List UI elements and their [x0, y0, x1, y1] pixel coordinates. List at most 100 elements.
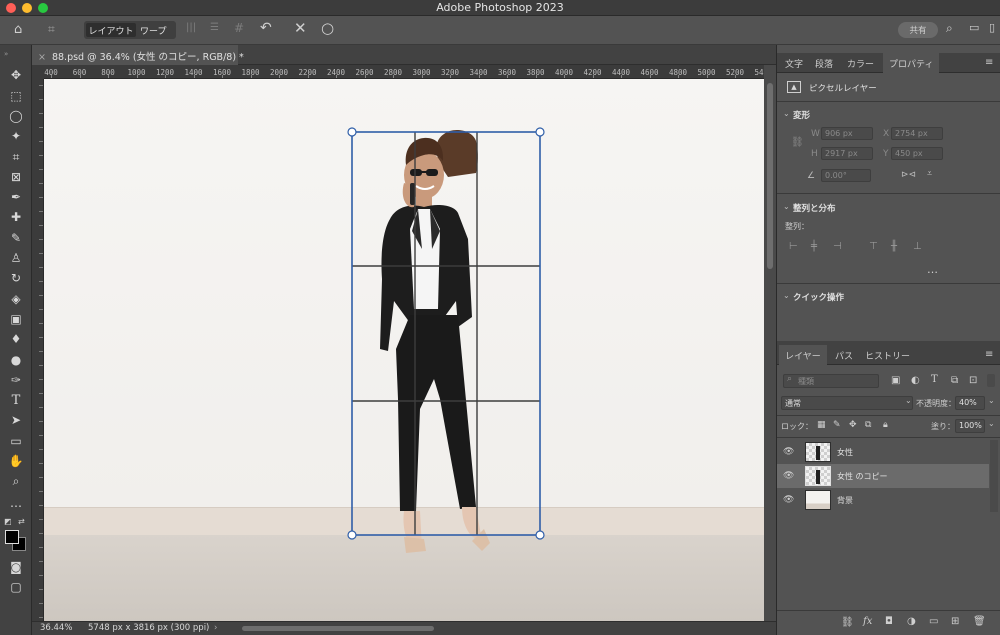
- align-section-title[interactable]: 整列と分布: [793, 202, 836, 214]
- opacity-chevron-icon[interactable]: ⌄: [988, 396, 995, 405]
- visibility-eye-icon[interactable]: 👁︎: [783, 471, 794, 481]
- close-tab-icon[interactable]: ×: [38, 52, 46, 63]
- filter-type-icon[interactable]: T: [931, 374, 938, 385]
- grid-rows-icon[interactable]: ☰: [210, 22, 219, 33]
- new-group-icon[interactable]: ▭: [929, 616, 938, 627]
- pen-tool-icon[interactable]: ✑: [6, 371, 26, 389]
- blur-tool-icon[interactable]: ♦: [6, 330, 26, 348]
- frame-tool-icon[interactable]: ⊠: [6, 168, 26, 186]
- add-mask-icon[interactable]: ◘: [885, 616, 893, 627]
- filter-smart-object-icon[interactable]: ⊡: [969, 375, 977, 386]
- lock-pixels-icon[interactable]: ✎: [833, 420, 841, 430]
- visibility-eye-icon[interactable]: 👁︎: [783, 495, 794, 505]
- align-right-icon[interactable]: ⊣: [833, 241, 842, 252]
- tab-paragraph[interactable]: 段落: [815, 57, 833, 70]
- brush-tool-icon[interactable]: ✎: [6, 229, 26, 247]
- delete-layer-icon[interactable]: 🗑︎: [973, 616, 986, 627]
- vertical-scrollbar[interactable]: [764, 65, 776, 621]
- puppet-warp-icon[interactable]: ⌗: [48, 22, 55, 37]
- quick-actions-chevron-icon[interactable]: ⌄: [783, 291, 790, 300]
- horizontal-ruler[interactable]: 400 600 800 1000 1200 1400 1600 1800 2000 2200 240…: [44, 65, 764, 79]
- quick-mask-icon[interactable]: ◙: [6, 558, 26, 576]
- default-colors-icon[interactable]: ◩: [4, 517, 12, 526]
- cancel-icon[interactable]: ✕: [294, 19, 307, 37]
- lasso-tool-icon[interactable]: ◯: [6, 107, 26, 125]
- align-center-h-icon[interactable]: ╪: [811, 241, 817, 252]
- workspace-icon[interactable]: ▭: [969, 21, 979, 34]
- link-icon[interactable]: ⛓: [791, 137, 804, 148]
- tab-type[interactable]: 文字: [785, 57, 803, 70]
- history-brush-tool-icon[interactable]: ↻: [6, 269, 26, 287]
- layers-menu-icon[interactable]: ≡: [985, 349, 993, 360]
- new-layer-icon[interactable]: ⊞: [951, 616, 959, 627]
- more-tools-icon[interactable]: …: [6, 494, 26, 512]
- filter-pixel-icon[interactable]: ▣: [891, 375, 900, 386]
- layout-button[interactable]: レイアウト: [86, 23, 136, 37]
- reset-icon[interactable]: ↶: [260, 20, 272, 36]
- flip-vertical-icon[interactable]: ⩡: [927, 169, 932, 179]
- magic-wand-tool-icon[interactable]: ✦: [6, 127, 26, 145]
- layer-filter-select[interactable]: 種類: [783, 374, 879, 388]
- adjustment-layer-icon[interactable]: ◑: [907, 616, 916, 627]
- rectangle-tool-icon[interactable]: ▭: [6, 432, 26, 450]
- healing-brush-tool-icon[interactable]: ✚: [6, 208, 26, 226]
- tab-color[interactable]: カラー: [847, 57, 874, 70]
- flip-horizontal-icon[interactable]: ⊳⊲: [901, 170, 916, 180]
- zoom-level[interactable]: 36.44%: [40, 623, 72, 633]
- canvas[interactable]: [44, 79, 764, 621]
- lock-all-icon[interactable]: 🔒︎: [883, 420, 888, 430]
- panel-menu-icon[interactable]: ≡: [985, 57, 993, 68]
- foreground-color-swatch[interactable]: [5, 530, 19, 544]
- vertical-ruler[interactable]: [32, 79, 44, 621]
- y-field[interactable]: 450 px: [891, 147, 943, 160]
- eyedropper-tool-icon[interactable]: ✒: [6, 188, 26, 206]
- commit-icon[interactable]: ○: [321, 19, 334, 37]
- transform-section-title[interactable]: 変形: [793, 109, 810, 121]
- align-left-icon[interactable]: ⊢: [789, 241, 798, 252]
- horizontal-scrollbar-thumb[interactable]: [242, 626, 434, 631]
- blend-mode-select[interactable]: 通常: [781, 396, 913, 410]
- filter-adjustment-icon[interactable]: ◐: [911, 375, 920, 386]
- grid-columns-icon[interactable]: |||: [186, 22, 196, 33]
- gradient-tool-icon[interactable]: ▣: [6, 310, 26, 328]
- ruler-origin[interactable]: [32, 65, 44, 79]
- opacity-field[interactable]: 40%: [955, 396, 985, 410]
- transform-chevron-icon[interactable]: ⌄: [783, 109, 790, 118]
- more-options-icon[interactable]: …: [927, 263, 938, 276]
- layer-name[interactable]: 女性 のコピー: [837, 471, 888, 482]
- warp-button[interactable]: ワープ: [140, 24, 166, 37]
- stamp-tool-icon[interactable]: ♙: [6, 249, 26, 267]
- tab-properties[interactable]: プロパティ: [883, 53, 939, 73]
- layer-row[interactable]: 👁︎ 背景: [777, 488, 989, 512]
- layer-row[interactable]: 👁︎ 女性: [777, 440, 989, 464]
- align-bottom-icon[interactable]: ⊥: [913, 241, 922, 252]
- crop-tool-icon[interactable]: ⌗: [6, 148, 26, 166]
- align-top-icon[interactable]: ⊤: [869, 241, 878, 252]
- lock-position-icon[interactable]: ✥: [849, 420, 857, 430]
- link-layers-icon[interactable]: ⛓: [841, 617, 854, 628]
- transform-grid-overlay[interactable]: [44, 79, 764, 621]
- lock-artboard-icon[interactable]: ⧉: [865, 420, 871, 430]
- screen-mode-icon[interactable]: ▢: [6, 578, 26, 596]
- marquee-tool-icon[interactable]: ⬚: [6, 87, 26, 105]
- move-tool-icon[interactable]: ✥: [6, 66, 26, 84]
- hand-tool-icon[interactable]: ✋: [6, 452, 26, 470]
- layers-scrollbar[interactable]: [990, 440, 998, 512]
- eraser-tool-icon[interactable]: ◈: [6, 290, 26, 308]
- filter-shape-icon[interactable]: ⧉: [951, 375, 958, 386]
- status-menu-chevron-icon[interactable]: ›: [214, 623, 217, 633]
- width-field[interactable]: 906 px: [821, 127, 873, 140]
- document-tab[interactable]: × 88.psd @ 36.4% (女性 のコピー, RGB/8) *: [32, 45, 244, 65]
- tab-history[interactable]: ヒストリー: [865, 349, 910, 362]
- zoom-tool-icon[interactable]: ⌕: [6, 472, 26, 490]
- visibility-eye-icon[interactable]: 👁︎: [783, 447, 794, 457]
- tab-layers[interactable]: レイヤー: [779, 345, 827, 365]
- share-button[interactable]: 共有: [898, 22, 938, 38]
- align-center-v-icon[interactable]: ╫: [891, 241, 897, 252]
- x-field[interactable]: 2754 px: [891, 127, 943, 140]
- grid-icon[interactable]: #: [234, 21, 244, 35]
- layer-row-selected[interactable]: 👁︎ 女性 のコピー: [777, 464, 989, 488]
- layer-name[interactable]: 背景: [837, 495, 853, 506]
- filter-toggle[interactable]: [987, 374, 995, 387]
- swap-colors-icon[interactable]: ⇄: [18, 517, 25, 526]
